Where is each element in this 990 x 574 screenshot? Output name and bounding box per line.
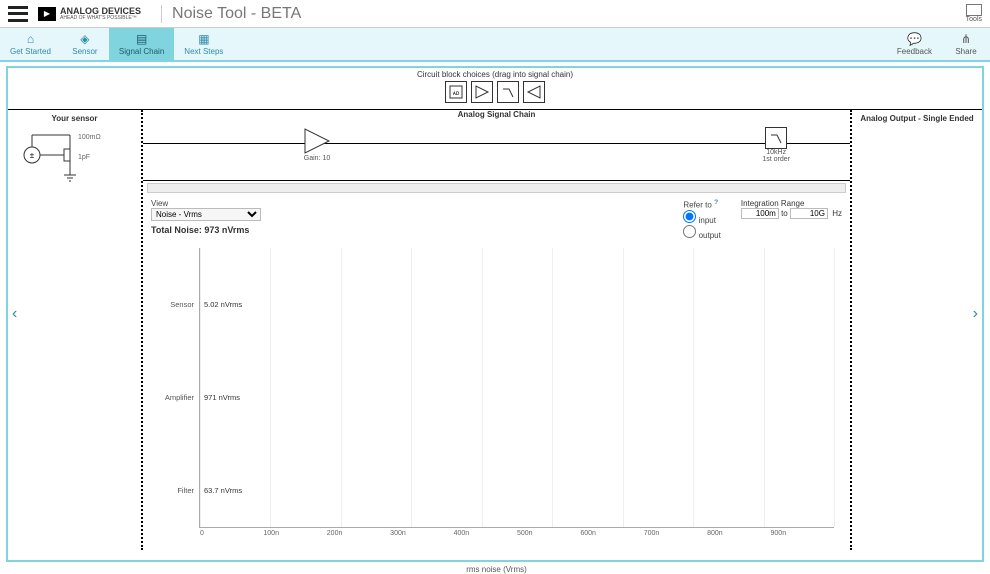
chain-icon: ▤ <box>136 33 147 45</box>
integration-to-input[interactable] <box>790 208 828 219</box>
chart-bar-row: Sensor5.02 nVrms <box>200 264 242 344</box>
chain-amplifier-block[interactable] <box>303 127 331 155</box>
chart-bar-row: Amplifier971 nVrms <box>200 358 240 438</box>
palette-adc-block[interactable]: ᴀᴅ <box>445 81 467 103</box>
brand-logo: ▶ ANALOG DEVICES AHEAD OF WHAT'S POSSIBL… <box>38 7 141 21</box>
chart-xtick: 500n <box>517 530 580 537</box>
chart-xtick: 900n <box>771 530 834 537</box>
palette-output-block[interactable] <box>523 81 545 103</box>
tools-button[interactable]: Tools <box>966 4 982 23</box>
integration-unit-label: Hz <box>832 209 842 218</box>
nav-feedback[interactable]: 💬 Feedback <box>887 28 942 60</box>
feedback-icon: 💬 <box>907 33 922 45</box>
chart-value-label: 5.02 nVrms <box>204 300 242 309</box>
sensor-icon: ◈ <box>80 33 89 45</box>
home-icon: ⌂ <box>27 33 34 45</box>
noise-bar-chart: 0100n200n300n400n500n600n700n800n900nSen… <box>199 248 834 528</box>
integration-range-label: Integration Range <box>741 199 805 208</box>
chart-category-label: Amplifier <box>150 393 194 402</box>
navbar: ⌂ Get Started ◈ Sensor ▤ Signal Chain ▦ … <box>0 28 990 62</box>
sensor-section-title: Your sensor <box>14 114 135 123</box>
sensor-schematic: ± 100mΩ 1pF <box>14 125 135 185</box>
refer-input-label: input <box>699 216 716 225</box>
chart-bar-row: Filter63.7 nVrms <box>200 451 242 531</box>
refer-input-radio[interactable]: input <box>683 210 720 225</box>
svg-text:ᴀᴅ: ᴀᴅ <box>453 91 460 97</box>
nav-label: Sensor <box>72 47 97 56</box>
tools-icon <box>966 4 982 16</box>
chart-xtick: 700n <box>644 530 707 537</box>
palette-title: Circuit block choices (drag into signal … <box>417 70 573 79</box>
chain-section-title: Analog Signal Chain <box>143 110 850 119</box>
chart-xtick: 200n <box>327 530 390 537</box>
app-title: Noise Tool - BETA <box>172 5 301 23</box>
chart-value-label: 971 nVrms <box>204 393 240 402</box>
chain-scrollbar[interactable] <box>147 183 846 193</box>
nav-signal-chain[interactable]: ▤ Signal Chain <box>109 28 174 60</box>
to-label: to <box>781 209 788 218</box>
chart-xlabel: rms noise (Vrms) <box>466 565 527 574</box>
refer-output-radio[interactable]: output <box>683 225 720 240</box>
svg-text:±: ± <box>30 151 35 160</box>
chart-xtick: 800n <box>707 530 770 537</box>
filter-order-label: 1st order <box>762 156 790 163</box>
sensor-res-label: 100mΩ <box>78 134 101 141</box>
output-section-title: Analog Output - Single Ended <box>858 114 976 123</box>
view-select[interactable]: Noise - Vrms <box>151 208 261 221</box>
nav-next-steps[interactable]: ▦ Next Steps <box>174 28 233 60</box>
nav-label: Signal Chain <box>119 47 164 56</box>
menu-button[interactable] <box>8 6 28 22</box>
nav-sensor[interactable]: ◈ Sensor <box>61 28 109 60</box>
nav-label: Next Steps <box>184 47 223 56</box>
chart-xtick: 600n <box>580 530 643 537</box>
nav-label: Get Started <box>10 47 51 56</box>
chart-xtick: 300n <box>390 530 453 537</box>
brand-mark-icon: ▶ <box>38 7 56 21</box>
tools-label: Tools <box>966 16 982 23</box>
chart-xtick: 400n <box>454 530 517 537</box>
palette-filter-block[interactable] <box>497 81 519 103</box>
refer-output-label: output <box>699 231 721 240</box>
share-icon: ⋔ <box>961 33 971 45</box>
view-label: View <box>151 199 261 208</box>
brand-tagline: AHEAD OF WHAT'S POSSIBLE™ <box>60 15 141 21</box>
chain-filter-block[interactable] <box>765 127 787 149</box>
refer-to-label: Refer to <box>683 201 711 210</box>
nav-label: Feedback <box>897 47 932 56</box>
signal-chain-canvas[interactable]: Gain: 10 10kHz1st order <box>143 121 850 181</box>
nav-label: Share <box>955 47 976 56</box>
sensor-cap-label: 1pF <box>78 154 90 161</box>
amp-gain-label: Gain: 10 <box>304 155 330 162</box>
info-icon[interactable]: ? <box>714 199 718 206</box>
filter-freq-label: 10kHz <box>766 149 786 156</box>
chart-value-label: 63.7 nVrms <box>204 486 242 495</box>
integration-from-input[interactable] <box>741 208 779 219</box>
palette-amplifier-block[interactable] <box>471 81 493 103</box>
chart-xtick: 100n <box>263 530 326 537</box>
divider <box>161 5 162 23</box>
carousel-next-button[interactable]: › <box>967 299 984 329</box>
total-noise-label: Total Noise: 973 nVrms <box>151 225 261 235</box>
nav-get-started[interactable]: ⌂ Get Started <box>0 28 61 60</box>
nav-share[interactable]: ⋔ Share <box>942 28 990 60</box>
table-icon: ▦ <box>198 33 209 45</box>
chart-category-label: Filter <box>150 486 194 495</box>
chart-category-label: Sensor <box>150 300 194 309</box>
